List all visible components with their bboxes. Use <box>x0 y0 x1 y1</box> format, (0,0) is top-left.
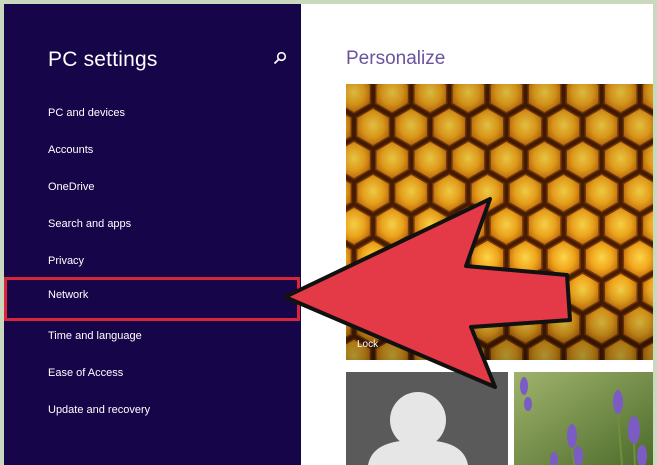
sidebar-item-ease-of-access[interactable]: Ease of Access <box>4 355 301 392</box>
sidebar-item-privacy[interactable]: Privacy <box>4 243 301 280</box>
sidebar-title: PC settings <box>48 48 158 71</box>
page-title: Personalize <box>346 48 446 69</box>
sidebar-item-onedrive[interactable]: OneDrive <box>4 169 301 206</box>
sidebar-item-update-and-recovery[interactable]: Update and recovery <box>4 392 301 429</box>
sidebar: PC settings PC and devices Accounts OneD… <box>4 4 301 465</box>
account-picture-tile[interactable] <box>346 372 508 465</box>
search-icon[interactable] <box>273 51 287 65</box>
lock-screen-label: Lock <box>357 339 379 350</box>
sidebar-item-search-and-apps[interactable]: Search and apps <box>4 206 301 243</box>
sidebar-item-pc-and-devices[interactable]: PC and devices <box>4 95 301 132</box>
sidebar-item-network[interactable]: Network <box>4 277 300 321</box>
sidebar-item-time-and-language[interactable]: Time and language <box>4 318 301 355</box>
pc-settings-window: PC settings PC and devices Accounts OneD… <box>4 4 653 465</box>
user-avatar-icon <box>346 372 508 465</box>
sidebar-item-accounts[interactable]: Accounts <box>4 132 301 169</box>
lavender-image <box>514 372 653 465</box>
lock-screen-preview[interactable] <box>346 84 653 360</box>
lavender-background-tile[interactable] <box>514 372 653 465</box>
honeycomb-image <box>346 84 653 360</box>
